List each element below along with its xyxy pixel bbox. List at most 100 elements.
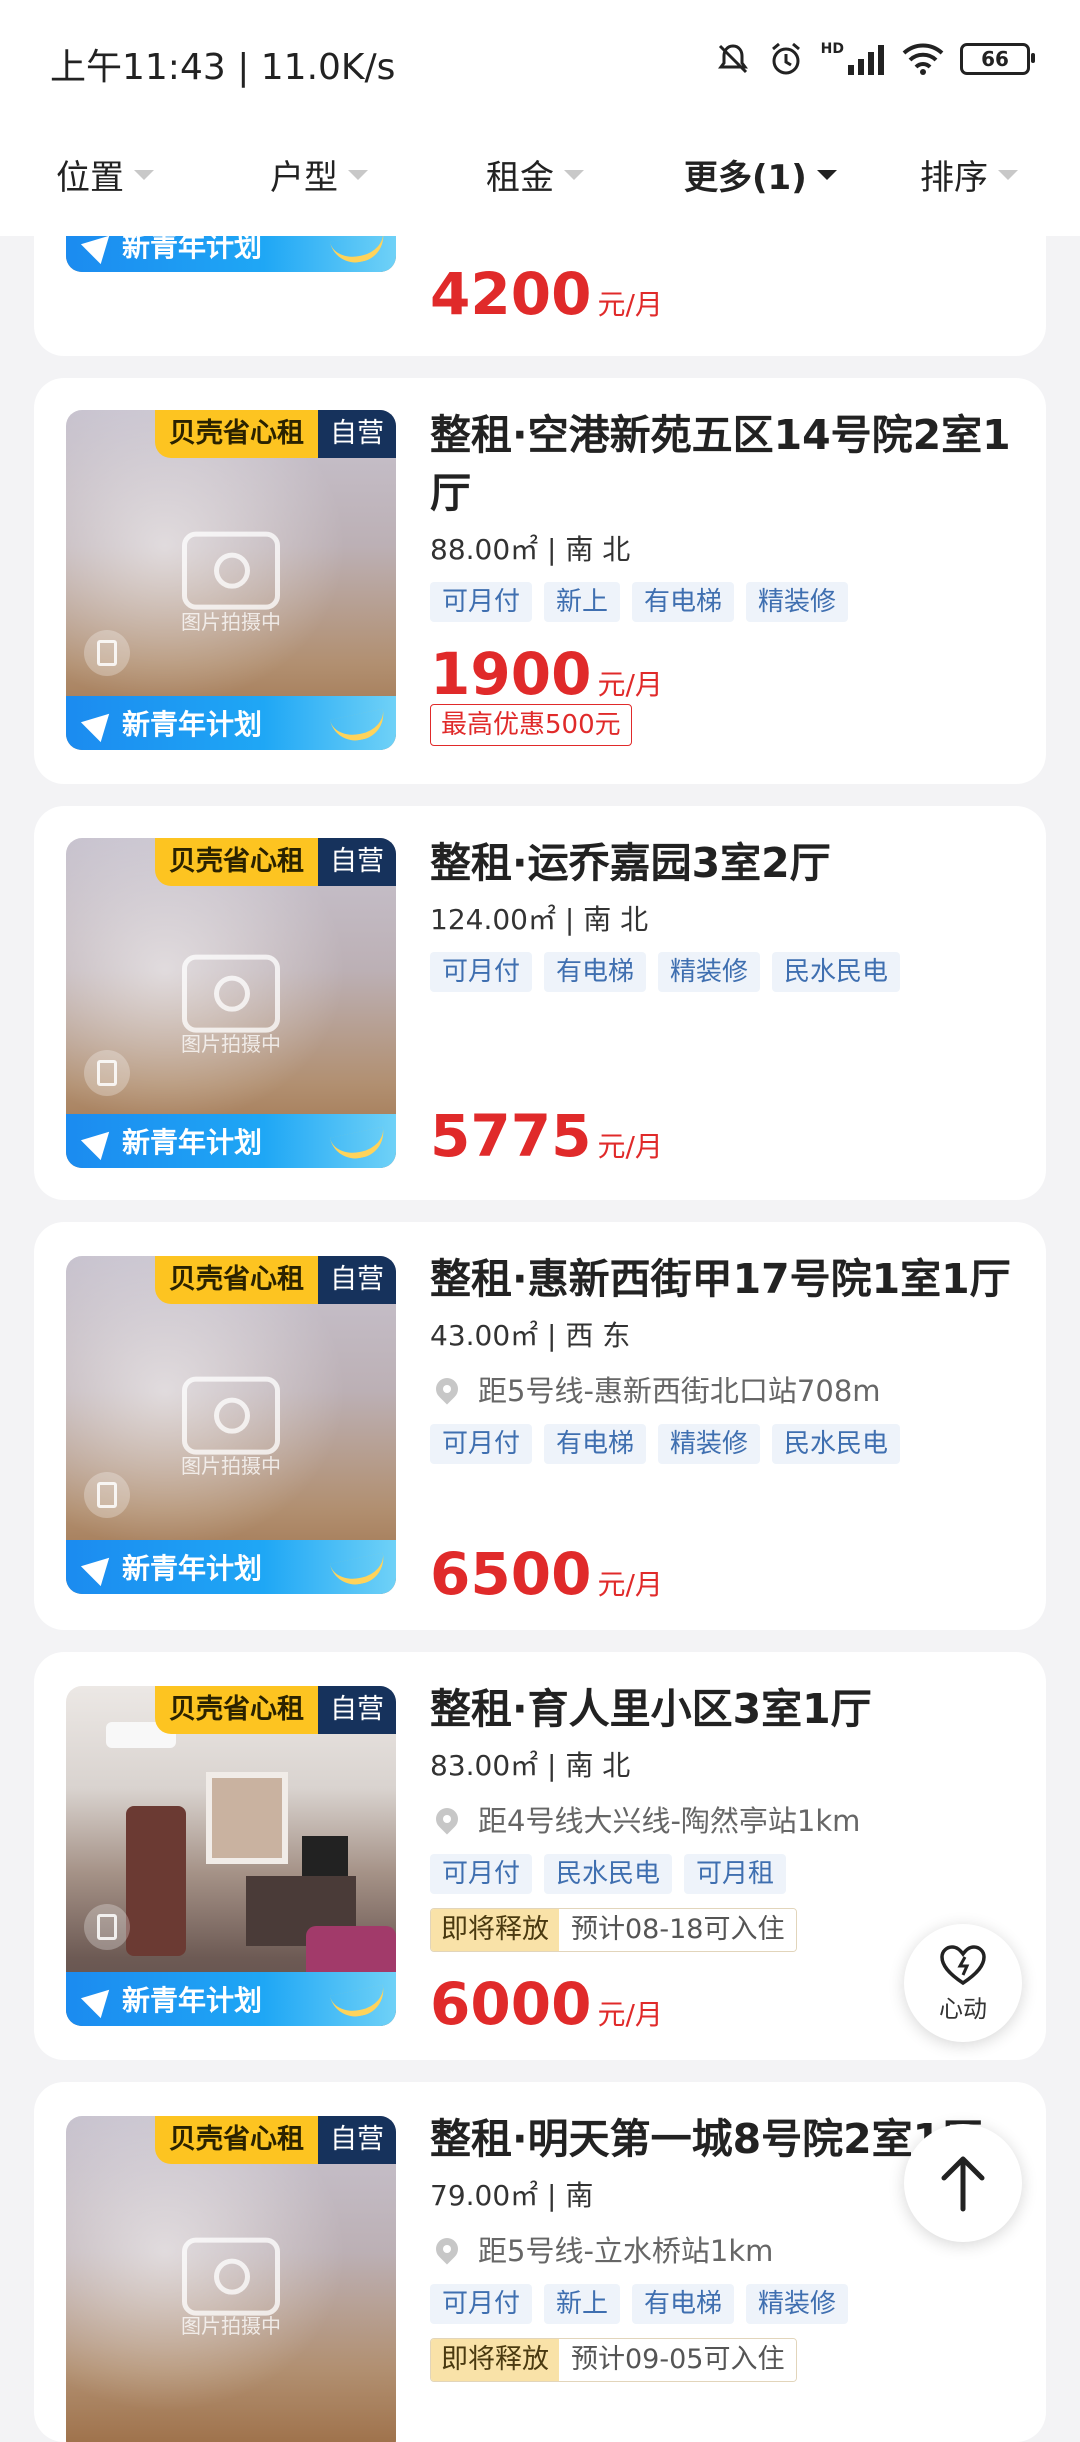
listing-spec: 124.00㎡ | 南 北 xyxy=(430,903,649,936)
youth-plan-banner: 新青年计划 xyxy=(66,1114,396,1168)
listing-info: 整租·明天第一城8号院2室1厅 79.00㎡ | 南 距5号线-立水桥站1km … xyxy=(430,2110,982,2382)
banner-label: 新青年计划 xyxy=(122,708,263,741)
tag: 新上 xyxy=(544,2284,621,2324)
scroll-to-top-button[interactable] xyxy=(904,2124,1022,2242)
location-pin-icon xyxy=(431,2233,463,2265)
listing-location: 距5号线-惠新西街北口站708m xyxy=(430,1368,1016,1410)
mute-bell-icon xyxy=(717,44,748,74)
badge-sheng-xin-zu: 贝壳省心租 xyxy=(155,1686,318,1734)
filter-more[interactable]: 更多(1) xyxy=(684,150,837,199)
filter-rent[interactable]: 租金 xyxy=(486,150,584,199)
listing-title: 整租·运乔嘉园3室2厅 xyxy=(430,839,831,887)
listing-card[interactable]: 贝壳省心租 自营 图片拍摄中 新青年计划 整租·空港新苑五区14号院2室1厅 88… xyxy=(34,378,1046,784)
badge-self-operated: 自营 xyxy=(318,410,396,458)
listing-info: 整租·惠新西街甲17号院1室1厅 43.00㎡ | 西 东 距5号线-惠新西街北… xyxy=(430,1250,1016,1464)
filter-label: 更多(1) xyxy=(684,158,807,198)
camera-icon xyxy=(182,531,280,610)
listing-price: 6500 元/月 xyxy=(430,1540,663,1608)
location-text: 距4号线大兴线-陶然亭站1km xyxy=(478,1804,861,1838)
plane-icon xyxy=(80,703,120,743)
filter-bar: 位置 户型 租金 更多(1) 排序 xyxy=(0,128,1080,236)
vr-icon xyxy=(84,1472,130,1518)
listing-photo: 贝壳省心租 自营 图片拍摄中 新青年计划 xyxy=(66,1256,396,1594)
tag: 可月付 xyxy=(430,2284,533,2324)
filter-location[interactable]: 位置 xyxy=(56,150,154,199)
location-pin-icon xyxy=(431,1803,463,1835)
battery-level: 66 xyxy=(981,47,1009,71)
badge-self-operated: 自营 xyxy=(318,1686,396,1734)
release-tag: 即将释放 xyxy=(431,1909,559,1951)
tag: 可月付 xyxy=(430,582,533,622)
tag: 有电梯 xyxy=(632,2284,735,2324)
tag: 精装修 xyxy=(746,2284,849,2324)
chevron-down-icon xyxy=(564,169,584,180)
price-unit: 元/月 xyxy=(597,1568,663,1601)
listing-title: 整租·空港新苑五区14号院2室1厅 xyxy=(430,411,1011,517)
price-unit: 元/月 xyxy=(597,1998,663,2031)
listing-photo: 贝壳省心租 自营 新青年计划 xyxy=(66,1686,396,2026)
youth-plan-banner: 新青年计划 xyxy=(66,696,396,750)
badge-sheng-xin-zu: 贝壳省心租 xyxy=(155,2116,318,2164)
listing-card[interactable]: 贝壳省心租 自营 新青年计划 整租·育人里小区3室1厅 83.00㎡ | 南 北 … xyxy=(34,1652,1046,2060)
listing-tags: 可月付 新上 有电梯 精装修 xyxy=(430,582,1016,622)
listing-card[interactable]: 贝壳省心租 自营 图片拍摄中 新青年计划 整租·运乔嘉园3室2厅 124.00㎡ … xyxy=(34,806,1046,1200)
youth-plan-banner: 新青年计划 xyxy=(66,1540,396,1594)
listing-price: 5775 元/月 xyxy=(430,1102,663,1170)
listing-price: 1900 元/月 xyxy=(430,640,663,708)
favorite-label: 心动 xyxy=(939,1994,987,2023)
listing-card[interactable]: 贝壳省心租 自营 图片拍摄中 新青年计划 整租·惠新西街甲17号院1室1厅 43.… xyxy=(34,1222,1046,1630)
room-tv xyxy=(302,1836,348,1876)
plane-icon xyxy=(80,1547,120,1587)
badges: 贝壳省心租 自营 xyxy=(155,1256,396,1304)
badge-sheng-xin-zu: 贝壳省心租 xyxy=(155,1256,318,1304)
listing-spec: 79.00㎡ | 南 xyxy=(430,2179,594,2212)
location-text: 距5号线-惠新西街北口站708m xyxy=(478,1374,881,1408)
listing-tags: 可月付 有电梯 精装修 民水民电 xyxy=(430,1424,1016,1464)
listing-photo: 贝壳省心租 自营 图片拍摄中 xyxy=(66,2116,396,2442)
tag: 新上 xyxy=(544,582,621,622)
release-tag: 即将释放 xyxy=(431,2339,559,2381)
filter-label: 租金 xyxy=(486,158,554,198)
listing-tags: 可月付 新上 有电梯 精装修 xyxy=(430,2284,926,2324)
tag: 有电梯 xyxy=(544,1424,647,1464)
alarm-icon xyxy=(771,42,800,75)
vr-icon xyxy=(84,1904,130,1950)
photo-placeholder-text: 图片拍摄中 xyxy=(181,2314,281,2338)
listing-spec: 43.00㎡ | 西 东 xyxy=(430,1319,631,1352)
price-value: 5775 xyxy=(430,1102,592,1170)
chevron-down-icon xyxy=(134,169,154,180)
price-value: 6000 xyxy=(430,1970,592,2038)
badge-sheng-xin-zu: 贝壳省心租 xyxy=(155,838,318,886)
badge-self-operated: 自营 xyxy=(318,1256,396,1304)
room-wardrobe xyxy=(126,1806,186,1956)
favorite-button[interactable]: 心动 xyxy=(904,1924,1022,2042)
release-badge: 即将释放 预计08-18可入住 xyxy=(430,1908,798,1952)
price-value: 4200 xyxy=(430,260,592,328)
price-unit: 元/月 xyxy=(597,668,663,701)
listing-info: 整租·育人里小区3室1厅 83.00㎡ | 南 北 距4号线大兴线-陶然亭站1k… xyxy=(430,1680,1016,1952)
listing-card[interactable]: 贝壳省心租 自营 图片拍摄中 整租·明天第一城8号院2室1厅 79.00㎡ | 南… xyxy=(34,2082,1046,2442)
plane-icon xyxy=(80,1121,120,1161)
listing-tags: 可月付 民水民电 可月租 xyxy=(430,1854,1016,1894)
arrow-up-icon xyxy=(941,2156,985,2212)
filter-layout[interactable]: 户型 xyxy=(270,150,368,199)
swoosh-decor xyxy=(329,230,389,268)
room-window xyxy=(206,1772,288,1864)
price-value: 6500 xyxy=(430,1540,592,1608)
status-bar: 上午11:43 | 11.0K/s HD 66 xyxy=(0,0,1080,128)
tag: 可月付 xyxy=(430,1854,533,1894)
tag: 可月付 xyxy=(430,1424,533,1464)
vr-icon xyxy=(84,1050,130,1096)
badge-self-operated: 自营 xyxy=(318,2116,396,2164)
signal-icon xyxy=(848,45,884,75)
release-badge: 即将释放 预计09-05可入住 xyxy=(430,2338,798,2382)
camera-icon xyxy=(182,2237,280,2316)
listing-title: 整租·惠新西街甲17号院1室1厅 xyxy=(430,1255,1011,1303)
location-text: 距5号线-立水桥站1km xyxy=(478,2234,774,2268)
chevron-down-icon xyxy=(998,169,1018,180)
filter-sort[interactable]: 排序 xyxy=(920,150,1018,199)
badges: 贝壳省心租 自营 xyxy=(155,410,396,458)
wifi-icon xyxy=(902,43,944,75)
listing-price: 4200 元/月 xyxy=(430,260,663,328)
tag: 精装修 xyxy=(658,952,761,992)
